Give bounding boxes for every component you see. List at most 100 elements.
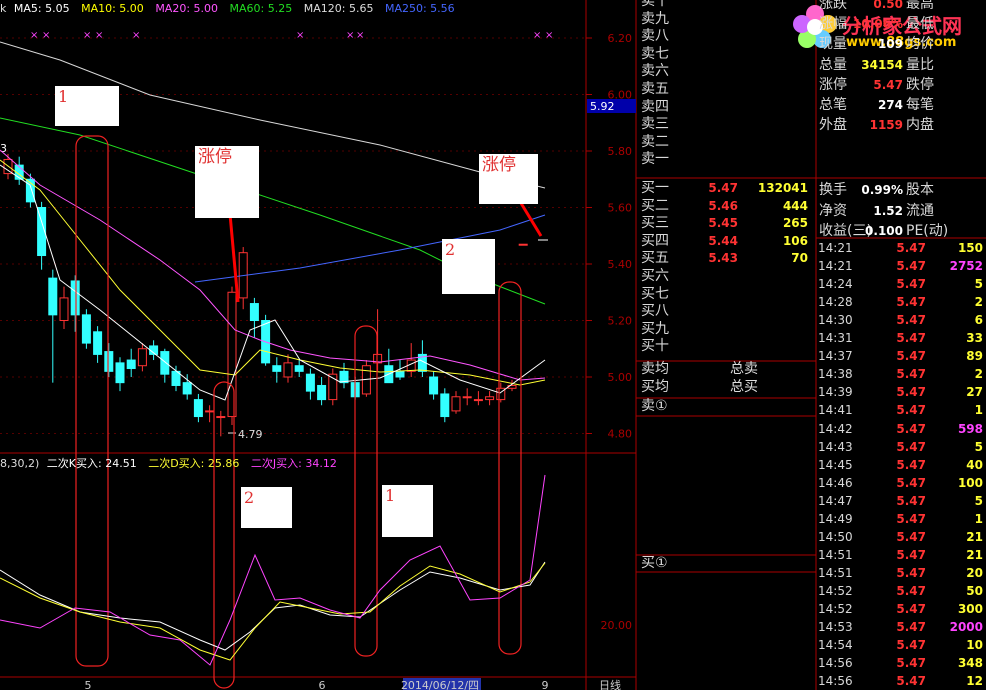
trade-time: 14:54 [818, 638, 853, 653]
sell-level-label: 卖七 [641, 45, 669, 62]
ma10-label: MA10: 5.00 [81, 2, 144, 15]
candle-body [70, 280, 80, 316]
stat-row: 总量 34154 量比 [816, 55, 986, 75]
stat-key-2: 最高 [906, 0, 934, 12]
sell-order-row[interactable]: 卖三 [638, 116, 816, 133]
indicator-tick: 20.00 [601, 619, 633, 632]
buy-price: 5.45 [708, 216, 738, 231]
sell-order-row[interactable]: 卖四 [638, 99, 816, 116]
stat-key-2: 内盘 [906, 117, 934, 134]
trade-row: 14:43 5.47 5 [816, 438, 986, 456]
trade-row: 14:42 5.47 598 [816, 420, 986, 438]
trade-row: 14:56 5.47 12 [816, 672, 986, 690]
note-text: 1 [58, 87, 69, 106]
sell-level-label: 卖三 [641, 116, 669, 133]
buy-order-row[interactable]: 买一 5.47 132041 [638, 180, 816, 197]
total-sell-label: 总卖 [730, 361, 758, 377]
stat-row: 涨跌 0.50 最高 [816, 0, 986, 14]
buy-order-row[interactable]: 买五 5.43 70 [638, 250, 816, 267]
note-text: 1 [385, 486, 396, 505]
trade-time: 14:42 [818, 421, 853, 436]
cross-marker: × [356, 30, 364, 41]
buy-queue-row[interactable]: 买① [638, 555, 816, 572]
stat-value: 1159 [869, 118, 903, 133]
buy-level-label: 买一 [641, 180, 669, 196]
stat-row: 收益(三) 0.100 PE(动) [816, 221, 986, 241]
trade-volume: 5 [974, 277, 983, 292]
x-axis-label: 6 [319, 679, 326, 690]
cross-marker: × [545, 30, 553, 41]
trade-time: 14:24 [818, 277, 853, 292]
sell-queue-row[interactable]: 卖① [638, 398, 816, 415]
highlight-box [498, 281, 522, 655]
sell-order-row[interactable]: 卖十 [638, 0, 816, 10]
cross-marker: × [83, 30, 91, 41]
avg-sell-label: 卖均 [641, 361, 669, 377]
stat-value: 0.50 [873, 0, 903, 11]
trade-row: 14:39 5.47 27 [816, 383, 986, 401]
buy-order-row[interactable]: 买二 5.46 444 [638, 198, 816, 215]
x-axis-label: 2014/06/12/四 [401, 679, 479, 690]
sell-order-row[interactable]: 卖九 [638, 11, 816, 28]
price-tick: 5.00 [608, 371, 633, 384]
cross-marker: × [346, 30, 354, 41]
buy-order-row[interactable]: 买四 5.44 106 [638, 233, 816, 250]
price-tick: 5.60 [608, 202, 633, 215]
trade-volume: 12 [966, 674, 983, 689]
trade-volume: 21 [966, 529, 983, 544]
buy-order-row[interactable]: 买七 [638, 286, 816, 303]
buy-order-row[interactable]: 买九 [638, 321, 816, 338]
buy-order-row[interactable]: 买八 [638, 303, 816, 320]
trade-price: 5.47 [896, 674, 926, 689]
price-tick: 5.20 [608, 315, 633, 328]
trade-time: 14:51 [818, 565, 853, 580]
trade-volume: 598 [957, 421, 983, 436]
sell-order-row[interactable]: 卖六 [638, 63, 816, 80]
buy-volume: 265 [782, 216, 808, 231]
stat-value: 109 [877, 37, 903, 52]
buy-order-row[interactable]: 买十 [638, 338, 816, 355]
buy-order-row[interactable]: 买六 [638, 268, 816, 285]
trade-time: 14:31 [818, 331, 853, 346]
cross-marker: × [296, 30, 304, 41]
sell-order-row[interactable]: 卖二 [638, 134, 816, 151]
trade-row: 14:47 5.47 5 [816, 492, 986, 510]
sell-order-row[interactable]: 卖五 [638, 81, 816, 98]
trade-volume: 27 [966, 385, 983, 400]
trade-row: 14:38 5.47 2 [816, 365, 986, 383]
d-label: 二次D买入: 25.86 [148, 457, 240, 470]
sell-level-label: 卖六 [641, 63, 669, 80]
stat-key: 涨幅 [819, 16, 847, 33]
sell-order-row[interactable]: 卖八 [638, 28, 816, 45]
trade-row: 14:21 5.47 2752 [816, 257, 986, 275]
stat-key-2: 跌停 [906, 76, 934, 93]
trade-time: 14:52 [818, 583, 853, 598]
avg-buy-label: 买均 [641, 379, 669, 395]
trade-time: 14:47 [818, 493, 853, 508]
low-marker-label: 4.79 [238, 428, 263, 441]
stat-value: 5.47 [873, 77, 903, 92]
trade-row: 14:46 5.47 100 [816, 474, 986, 492]
trade-volume: 10 [966, 638, 983, 653]
candle-body [305, 373, 315, 392]
trade-time: 14:38 [818, 367, 853, 382]
sell-order-row[interactable]: 卖七 [638, 46, 816, 63]
note-text: 2 [244, 488, 255, 507]
note-box-bottom-1: 1 [382, 485, 433, 537]
sell-level-label: 卖八 [641, 28, 669, 45]
sell-order-row[interactable]: 卖一 [638, 151, 816, 168]
ma-legend: k MA5: 5.05 MA10: 5.00 MA20: 5.00 MA60: … [0, 1, 463, 17]
trade-price: 5.47 [896, 259, 926, 274]
trade-row: 14:30 5.47 6 [816, 311, 986, 329]
trade-row: 14:54 5.47 10 [816, 636, 986, 654]
d-line [0, 562, 546, 661]
candle-body [272, 365, 282, 372]
total-buy-label: 总买 [730, 379, 758, 395]
buy-queue-label: 买① [641, 555, 668, 571]
stat-value: 10.06% [853, 17, 903, 32]
candle-body [518, 243, 528, 246]
trade-price: 5.47 [896, 475, 926, 490]
stat-value: 1.52 [873, 203, 903, 218]
trade-row: 14:53 5.47 2000 [816, 618, 986, 636]
buy-order-row[interactable]: 买三 5.45 265 [638, 215, 816, 232]
